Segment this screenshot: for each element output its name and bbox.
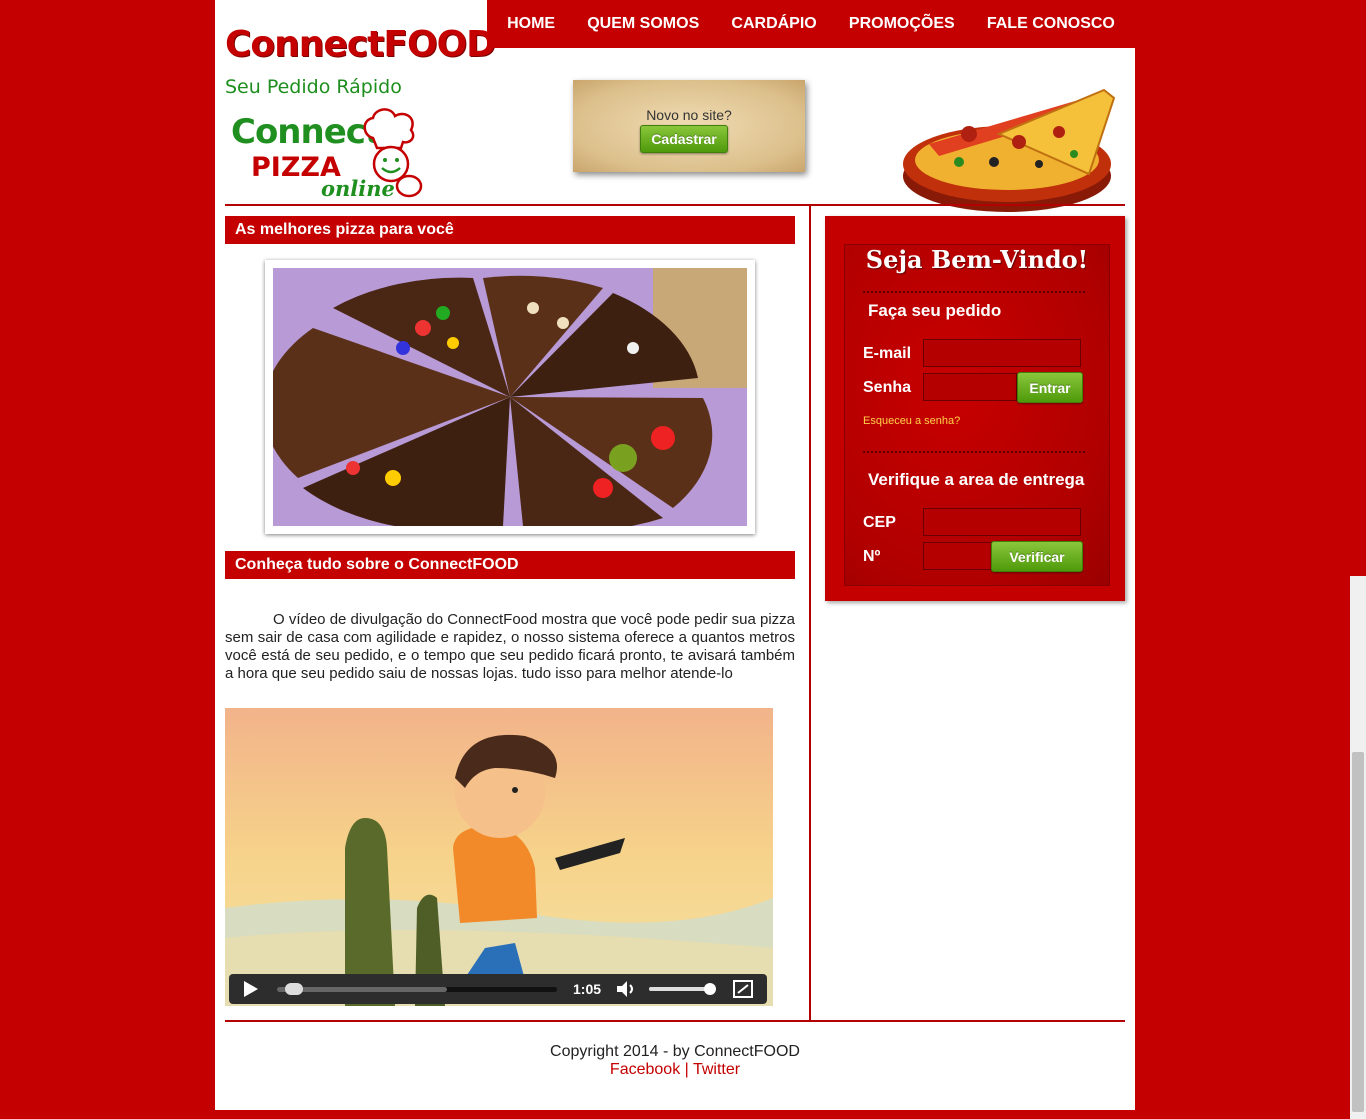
- copyright-text: Copyright 2014 - by ConnectFOOD: [550, 1043, 800, 1060]
- pizza-photo-frame: [265, 260, 755, 534]
- dessert-pizza-photo: [273, 268, 747, 526]
- delivery-title: Verifique a area de entrega: [868, 470, 1085, 489]
- password-field[interactable]: [923, 373, 1017, 401]
- chef-icon: [363, 108, 423, 198]
- volume-knob[interactable]: [704, 983, 716, 995]
- nav-cardapio[interactable]: CARDÁPIO: [731, 15, 816, 33]
- video-seek-knob[interactable]: [285, 983, 303, 995]
- signup-text: Novo no site?: [646, 107, 732, 123]
- dotted-divider: [863, 451, 1085, 453]
- cep-label: CEP: [863, 514, 896, 531]
- site-logo-title[interactable]: ConnectFOOD: [225, 24, 496, 65]
- nav-home[interactable]: HOME: [507, 15, 555, 33]
- column-divider: [809, 206, 811, 1022]
- cep-field[interactable]: [923, 508, 1081, 536]
- login-panel-inner: Seja Bem-Vindo! Faça seu pedido E-mail S…: [844, 244, 1110, 586]
- promo-video[interactable]: 1:05: [225, 708, 773, 1006]
- pizza-illustration: [903, 88, 1116, 212]
- social-links: Facebook | Twitter: [215, 1061, 1135, 1079]
- nav-promocoes[interactable]: PROMOÇÕES: [849, 15, 955, 33]
- order-title: Faça seu pedido: [868, 301, 1002, 320]
- number-field[interactable]: [923, 542, 993, 570]
- twitter-link[interactable]: Twitter: [693, 1061, 740, 1078]
- nav-fale-conosco[interactable]: FALE CONOSCO: [987, 15, 1115, 33]
- volume-level: [649, 987, 710, 991]
- verify-button[interactable]: Verificar: [991, 541, 1083, 572]
- email-label: E-mail: [863, 345, 912, 362]
- video-seek-bar[interactable]: [277, 983, 557, 995]
- forgot-password-link[interactable]: Esqueceu a senha?: [863, 415, 960, 427]
- email-field[interactable]: [923, 339, 1081, 367]
- footer: Copyright 2014 - by ConnectFOOD Facebook…: [215, 1043, 1135, 1079]
- video-frame: [225, 708, 773, 1006]
- signup-paper-box: Novo no site? Cadastrar: [573, 80, 805, 172]
- video-time: 1:05: [573, 981, 602, 997]
- about-description: O vídeo de divulgação do ConnectFood mos…: [225, 611, 795, 682]
- page-container: ConnectFOOD Seu Pedido Rápido Connect PI…: [215, 0, 1135, 1110]
- number-label: Nº: [863, 548, 881, 565]
- header-divider: [225, 204, 1125, 206]
- facebook-link[interactable]: Facebook: [610, 1061, 680, 1078]
- volume-icon[interactable]: [615, 980, 639, 998]
- section-title-best-pizza: As melhores pizza para você: [225, 216, 795, 244]
- login-button[interactable]: Entrar: [1017, 372, 1083, 403]
- scrollbar-thumb[interactable]: [1352, 752, 1364, 1112]
- connect-pizza-logo: Connect PIZZA online: [229, 108, 423, 202]
- section-title-about: Conheça tudo sobre o ConnectFOOD: [225, 551, 795, 579]
- dotted-divider: [863, 291, 1085, 293]
- main-nav: HOME QUEM SOMOS CARDÁPIO PROMOÇÕES FALE …: [487, 0, 1135, 48]
- fullscreen-icon[interactable]: [733, 980, 753, 998]
- welcome-title: Seja Bem-Vindo!: [865, 245, 1089, 274]
- nav-quem-somos[interactable]: QUEM SOMOS: [587, 15, 699, 33]
- link-separator: |: [684, 1061, 689, 1078]
- login-panel: Seja Bem-Vindo! Faça seu pedido E-mail S…: [825, 216, 1125, 601]
- signup-button[interactable]: Cadastrar: [640, 125, 728, 153]
- site-tagline: Seu Pedido Rápido: [225, 76, 402, 98]
- play-icon[interactable]: [241, 980, 261, 998]
- volume-slider[interactable]: [649, 983, 716, 995]
- password-label: Senha: [863, 379, 912, 396]
- footer-divider: [225, 1020, 1125, 1022]
- video-controls: 1:05: [229, 974, 767, 1004]
